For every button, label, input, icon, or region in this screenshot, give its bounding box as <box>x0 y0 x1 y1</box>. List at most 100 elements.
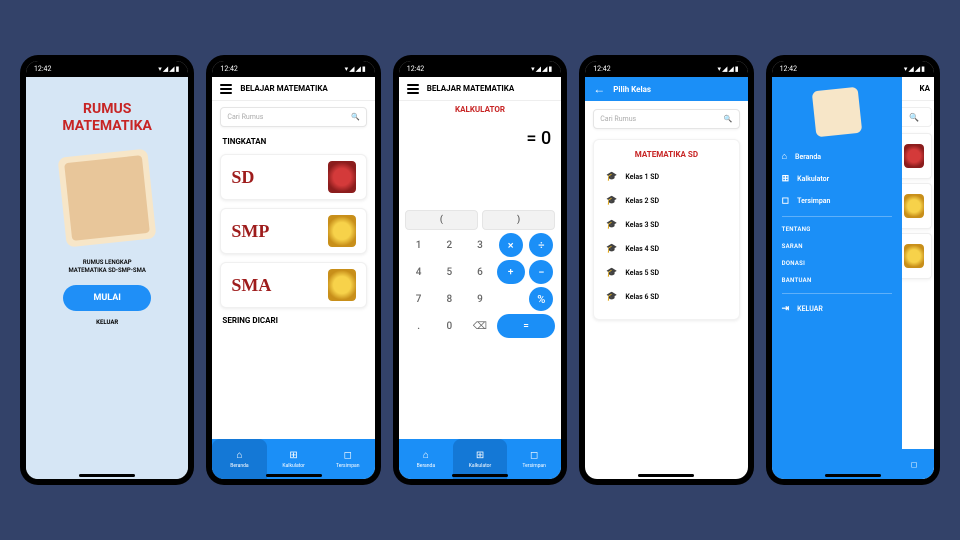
home-icon: ⌂ <box>236 450 242 461</box>
class-item[interactable]: 🎓Kelas 6 SD <box>602 285 730 309</box>
bookmark-icon: ◻ <box>344 450 352 461</box>
calculator-icon: ⊞ <box>782 174 790 184</box>
key-4[interactable]: 4 <box>405 260 433 284</box>
tab-label: Kalkulator <box>282 463 304 469</box>
key-7[interactable]: 7 <box>405 287 433 311</box>
graduation-icon: 🎓 <box>606 172 617 182</box>
key-backspace[interactable]: ⌫ <box>466 314 494 338</box>
key-plus[interactable]: + <box>497 260 525 284</box>
class-item[interactable]: 🎓Kelas 3 SD <box>602 213 730 237</box>
level-card-sd[interactable]: SD <box>220 154 366 200</box>
calculator-title: KALKULATOR <box>399 105 561 114</box>
phone-calculator: 12:42 ▾◢◢▮ BELAJAR MATEMATIKA KALKULATOR… <box>393 55 567 485</box>
app-bar-title: BELAJAR MATEMATIKA <box>240 84 327 93</box>
graduation-icon: 🎓 <box>606 220 617 230</box>
search-icon: 🔍 <box>351 113 360 121</box>
android-navbar <box>79 474 135 477</box>
search-placeholder: Cari Rumus <box>600 115 636 123</box>
sma-badge-icon <box>328 269 356 301</box>
tab-kalkulator[interactable]: ⊞ Kalkulator <box>267 439 321 479</box>
screen: 12:42 ▾◢◢▮ BELAJAR MATEMATIKA KALKULATOR… <box>399 61 561 479</box>
graduation-icon: 🎓 <box>606 292 617 302</box>
level-card-sma[interactable]: SMA <box>220 262 366 308</box>
math-illustration <box>58 148 157 247</box>
status-time: 12:42 <box>593 65 610 73</box>
key-equals[interactable]: = <box>497 314 555 338</box>
drawer-divider <box>782 293 892 294</box>
key-percent[interactable]: % <box>529 287 553 311</box>
status-bar: 12:42 ▾◢◢▮ <box>26 61 188 77</box>
status-time: 12:42 <box>780 65 797 73</box>
class-card: MATEMATIKA SD 🎓Kelas 1 SD 🎓Kelas 2 SD 🎓K… <box>593 139 739 320</box>
status-indicators: ▾◢◢▮ <box>717 65 739 73</box>
tab-tersimpan[interactable]: ◻ Tersimpan <box>507 439 561 479</box>
sd-badge-icon <box>328 161 356 193</box>
phone-splash: 12:42 ▾◢◢▮ RUMUS MATEMATIKA RUMUS LENGKA… <box>20 55 194 485</box>
key-1[interactable]: 1 <box>405 233 433 257</box>
key-multiply[interactable]: × <box>499 233 523 257</box>
phone-class-list: 12:42 ▾◢◢▮ ← Pilih Kelas Cari Rumus 🔍 MA… <box>579 55 753 485</box>
screen: 12:42 ▾◢◢▮ BELAJAR MATEMATIKA Cari Rumus… <box>212 61 374 479</box>
level-label: SMP <box>231 221 269 242</box>
drawer-item-beranda[interactable]: ⌂Beranda <box>782 145 892 168</box>
graduation-icon: 🎓 <box>606 268 617 278</box>
key-2[interactable]: 2 <box>435 233 463 257</box>
tab-beranda[interactable]: ⌂ Beranda <box>212 439 266 479</box>
sd-badge-icon <box>904 144 924 168</box>
android-navbar <box>638 474 694 477</box>
key-3[interactable]: 3 <box>466 233 494 257</box>
app-bar: ← Pilih Kelas <box>585 77 747 101</box>
key-minus[interactable]: − <box>529 260 553 284</box>
app-subtitle: RUMUS LENGKAP MATEMATIKA SD-SMP-SMA <box>69 259 146 276</box>
tab-beranda[interactable]: ⌂ Beranda <box>399 439 453 479</box>
drawer-link-bantuan[interactable]: BANTUAN <box>782 272 892 289</box>
app-bar-title: Pilih Kelas <box>613 85 651 94</box>
status-time: 12:42 <box>34 65 51 73</box>
android-navbar <box>825 474 881 477</box>
key-9[interactable]: 9 <box>466 287 494 311</box>
home-icon: ⌂ <box>782 151 787 162</box>
status-bar: 12:42 ▾◢◢▮ <box>585 61 747 77</box>
sma-badge-icon <box>904 244 924 268</box>
status-time: 12:42 <box>220 65 237 73</box>
key-0[interactable]: 0 <box>435 314 463 338</box>
search-placeholder: Cari Rumus <box>227 113 263 121</box>
drawer-divider <box>782 216 892 217</box>
start-button[interactable]: MULAI <box>63 285 150 311</box>
class-item[interactable]: 🎓Kelas 2 SD <box>602 189 730 213</box>
android-navbar <box>452 474 508 477</box>
drawer-link-saran[interactable]: SARAN <box>782 238 892 255</box>
key-6[interactable]: 6 <box>466 260 494 284</box>
key-divide[interactable]: ÷ <box>529 233 553 257</box>
app-title: RUMUS MATEMATIKA <box>62 101 152 135</box>
key-rparen[interactable]: ) <box>482 210 555 230</box>
tab-tersimpan[interactable]: ◻ Tersimpan <box>321 439 375 479</box>
drawer-link-donasi[interactable]: DONASI <box>782 255 892 272</box>
key-5[interactable]: 5 <box>435 260 463 284</box>
status-indicators: ▾◢◢▮ <box>904 65 926 73</box>
back-icon[interactable]: ← <box>593 82 605 96</box>
status-indicators: ▾◢◢▮ <box>345 65 367 73</box>
key-8[interactable]: 8 <box>435 287 463 311</box>
drawer-item-kalkulator[interactable]: ⊞Kalkulator <box>782 168 892 190</box>
key-dot[interactable]: . <box>405 314 433 338</box>
tab-kalkulator[interactable]: ⊞ Kalkulator <box>453 439 507 479</box>
menu-icon[interactable] <box>407 84 419 94</box>
level-card-smp[interactable]: SMP <box>220 208 366 254</box>
class-item[interactable]: 🎓Kelas 1 SD <box>602 165 730 189</box>
key-lparen[interactable]: ( <box>405 210 478 230</box>
search-input[interactable]: Cari Rumus 🔍 <box>593 109 739 129</box>
drawer-illustration <box>811 87 862 138</box>
status-indicators: ▾◢◢▮ <box>531 65 553 73</box>
drawer-item-keluar[interactable]: ⇥KELUAR <box>782 298 892 320</box>
class-item[interactable]: 🎓Kelas 5 SD <box>602 261 730 285</box>
class-item[interactable]: 🎓Kelas 4 SD <box>602 237 730 261</box>
search-input[interactable]: Cari Rumus 🔍 <box>220 107 366 127</box>
exit-button[interactable]: KELUAR <box>96 319 118 326</box>
bookmark-icon: ◻ <box>530 450 538 461</box>
status-bar: 12:42 ▾◢◢▮ <box>212 61 374 77</box>
menu-icon[interactable] <box>220 84 232 94</box>
drawer-item-tersimpan[interactable]: ◻Tersimpan <box>782 190 892 212</box>
screen: 12:42 ▾◢◢▮ KA 🔍 ◻ ⌂Beranda ⊞Kalkulator ◻… <box>772 61 934 479</box>
drawer-link-tentang[interactable]: TENTANG <box>782 221 892 238</box>
